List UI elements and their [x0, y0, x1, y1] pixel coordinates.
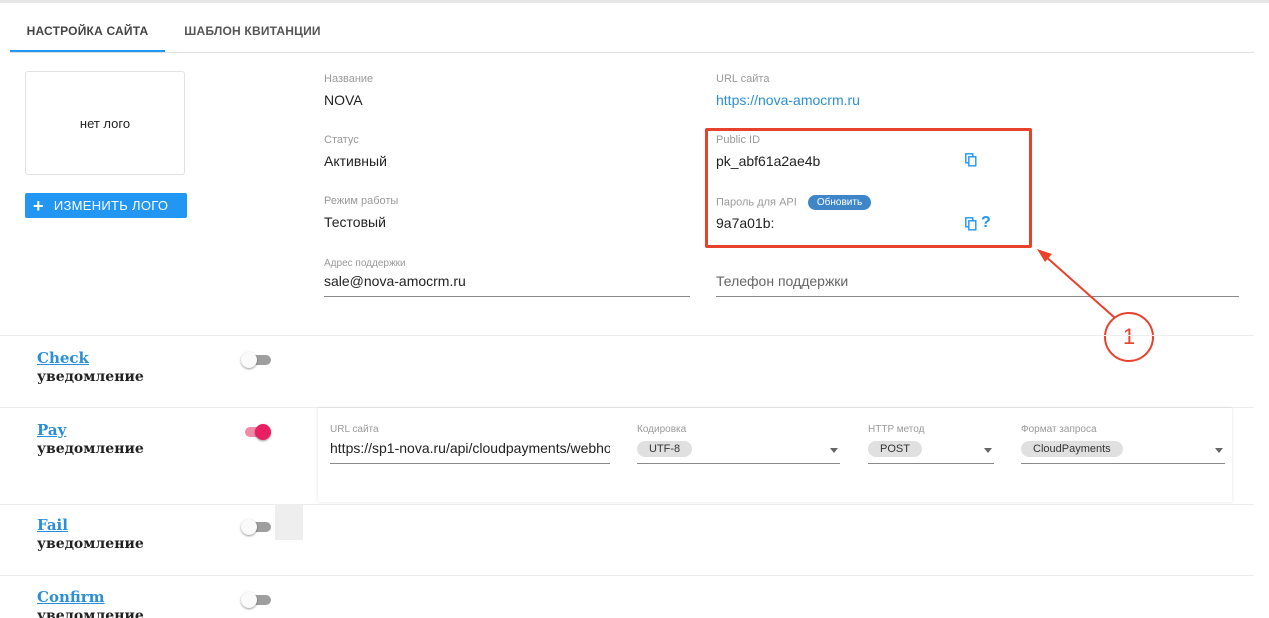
tab-site-settings[interactable]: НАСТРОЙКА САЙТА: [10, 14, 165, 52]
section-divider: [0, 504, 1254, 505]
support-email-input[interactable]: [324, 273, 690, 289]
notification-fail: Fail уведомление: [37, 516, 144, 552]
request-format-chip: CloudPayments: [1021, 441, 1123, 457]
pay-url-input-wrap: [330, 440, 610, 464]
annotation-arrow: [1037, 249, 1154, 362]
support-email-field: Адрес поддержки: [324, 258, 406, 269]
pay-url-input[interactable]: [330, 440, 610, 456]
support-phone-input[interactable]: [716, 273, 1239, 289]
check-link[interactable]: Check: [37, 349, 144, 367]
pay-url-label: URL сайта: [330, 424, 379, 435]
site-url-field: URL сайта https://nova-amocrm.ru: [716, 73, 860, 108]
grey-block: [275, 505, 303, 540]
status-value: Активный: [324, 153, 387, 169]
pay-toggle[interactable]: [241, 424, 271, 440]
notification-check: Check уведомление: [37, 349, 144, 385]
logo-placeholder: нет лого: [25, 71, 185, 175]
plus-icon: +: [33, 195, 44, 216]
site-name-value: NOVA: [324, 92, 363, 108]
top-border: [0, 0, 1269, 3]
fail-toggle[interactable]: [241, 519, 271, 535]
pay-sub: уведомление: [37, 441, 144, 457]
http-method-select[interactable]: POST: [868, 435, 994, 464]
change-logo-button[interactable]: + ИЗМЕНИТЬ ЛОГО: [25, 193, 187, 218]
fail-link[interactable]: Fail: [37, 516, 144, 534]
status-field: Статус Активный: [324, 134, 387, 169]
support-email-label: Адрес поддержки: [324, 258, 406, 269]
confirm-sub: уведомление: [37, 608, 144, 618]
mode-value: Тестовый: [324, 214, 386, 230]
support-email-input-wrap: [324, 273, 690, 297]
annotation-highlight-box: [705, 128, 1032, 248]
tab-receipt-template[interactable]: ШАБЛОН КВИТАНЦИИ: [175, 14, 330, 52]
confirm-toggle[interactable]: [241, 592, 271, 608]
notification-confirm: Confirm уведомление: [37, 588, 144, 618]
section-divider: [0, 575, 1254, 576]
chevron-down-icon: [830, 448, 838, 453]
annotation-number: 1: [1122, 324, 1136, 349]
notification-pay: Pay уведомление: [37, 421, 144, 457]
encoding-select[interactable]: UTF-8: [637, 435, 840, 464]
encoding-label: Кодировка: [637, 424, 687, 435]
pay-link[interactable]: Pay: [37, 421, 144, 439]
confirm-link[interactable]: Confirm: [37, 588, 144, 606]
tab-bar: НАСТРОЙКА САЙТА ШАБЛОН КВИТАНЦИИ: [10, 14, 1254, 53]
request-format-select[interactable]: CloudPayments: [1021, 435, 1225, 464]
section-divider: [0, 335, 1254, 336]
site-name-label: Название: [324, 73, 374, 85]
site-name-field: Название NOVA: [324, 73, 373, 108]
encoding-chip: UTF-8: [637, 441, 693, 457]
site-url-label: URL сайта: [716, 73, 770, 85]
pay-settings-panel: URL сайта Кодировка UTF-8 HTTP метод POS…: [318, 408, 1232, 502]
fail-sub: уведомление: [37, 536, 144, 552]
change-logo-label: ИЗМЕНИТЬ ЛОГО: [53, 198, 169, 213]
check-toggle[interactable]: [241, 352, 271, 368]
http-method-label: HTTP метод: [868, 424, 925, 435]
mode-label: Режим работы: [324, 195, 399, 207]
chevron-down-icon: [1215, 448, 1223, 453]
check-sub: уведомление: [37, 369, 144, 385]
mode-field: Режим работы Тестовый: [324, 195, 398, 230]
support-phone-input-wrap: [716, 273, 1239, 297]
status-label: Статус: [324, 134, 359, 146]
http-method-chip: POST: [868, 441, 922, 457]
chevron-down-icon: [984, 448, 992, 453]
request-format-label: Формат запроса: [1021, 424, 1097, 435]
site-url-link[interactable]: https://nova-amocrm.ru: [716, 92, 860, 108]
no-logo-text: нет лого: [79, 115, 131, 131]
